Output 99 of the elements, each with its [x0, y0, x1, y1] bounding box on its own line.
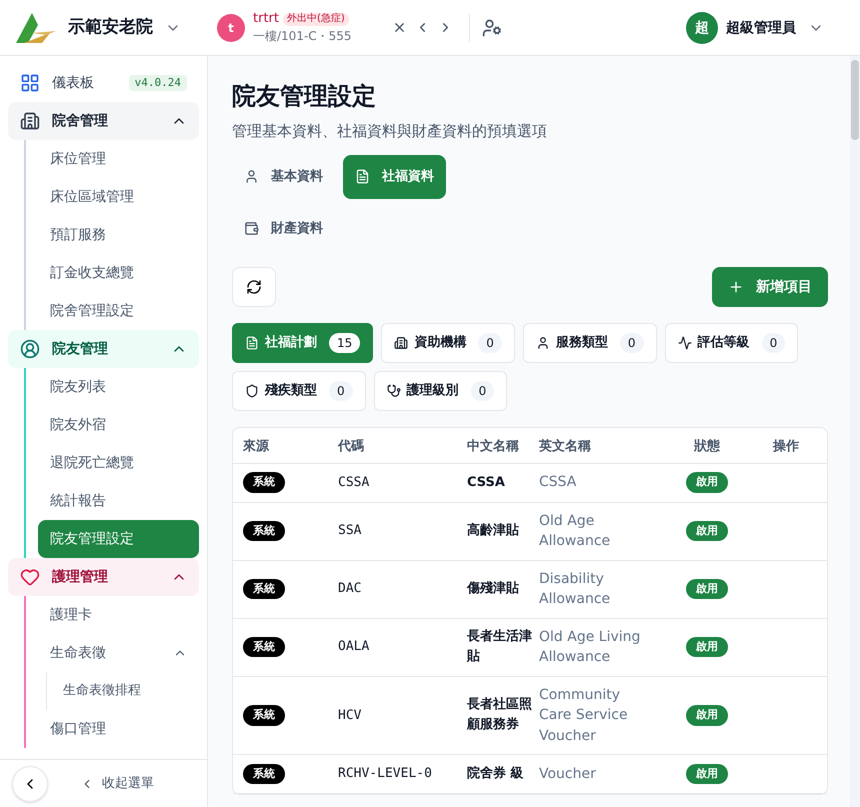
source-badge: 系統	[243, 705, 285, 726]
count-badge: 0	[478, 332, 502, 352]
sidebar-group[interactable]: 護理管理	[8, 558, 199, 596]
english-name-cell: Voucher	[539, 766, 596, 782]
status-badge: 啟用	[686, 520, 728, 542]
sidebar-item[interactable]: 生命表徵排程	[47, 672, 199, 710]
page-title: 院友管理設定	[232, 81, 377, 112]
code-cell: OALA	[338, 639, 370, 654]
user-settings-icon[interactable]	[482, 18, 502, 38]
tab[interactable]: 社福資料	[343, 154, 446, 198]
scrollbar[interactable]	[850, 56, 860, 807]
column-header: 中文名稱	[467, 439, 519, 454]
collapse-menu-button[interactable]: 收起選單	[80, 774, 154, 794]
stethoscope-icon	[386, 384, 401, 398]
sidebar-item[interactable]: 退院死亡總覽	[38, 444, 199, 482]
sidebar-item[interactable]: 院友管理設定	[38, 520, 199, 558]
english-name-cell: CSSA	[539, 474, 576, 490]
column-header: 操作	[773, 439, 799, 454]
code-cell: CSSA	[338, 474, 370, 490]
plus-icon	[728, 278, 744, 294]
category-chip[interactable]: 社福計劃 15	[232, 322, 374, 362]
refresh-button[interactable]	[232, 266, 276, 306]
column-header: 狀態	[694, 439, 720, 454]
count-badge: 0	[470, 380, 494, 400]
sidebar-item[interactable]: 院舍管理設定	[38, 292, 199, 330]
count-badge: 0	[762, 332, 786, 352]
org-name: 示範安老院	[68, 16, 153, 39]
chinese-name-cell: 高齡津貼	[467, 523, 519, 538]
wallet-icon	[244, 221, 259, 236]
category-chip[interactable]: 資助機構 0	[381, 322, 515, 362]
refresh-icon	[246, 278, 262, 294]
english-name-cell: Disability Allowance	[539, 570, 610, 607]
version-badge: v4.0.24	[128, 75, 187, 91]
chinese-name-cell: 傷殘津貼	[467, 581, 519, 596]
sidebar-item[interactable]: 院友列表	[38, 368, 199, 406]
sidebar-group[interactable]: 院友管理	[8, 330, 199, 368]
code-cell: RCHV-LEVEL-0	[338, 766, 432, 782]
building-icon	[20, 111, 40, 131]
category-chip[interactable]: 服務類型 0	[522, 322, 657, 362]
sidebar-item[interactable]: 床位區域管理	[38, 178, 199, 216]
sidebar-item[interactable]: 傷口管理	[38, 710, 199, 748]
sidebar-group[interactable]: 院舍管理	[8, 102, 199, 140]
source-badge: 系統	[243, 472, 285, 493]
english-name-cell: Old Age Living Allowance	[539, 628, 640, 665]
category-chip[interactable]: 殘疾類型 0	[232, 370, 366, 410]
user-circle-icon	[20, 339, 40, 359]
heart-icon	[20, 567, 40, 587]
chinese-name-cell: 長者社區照顧服務券	[467, 697, 532, 732]
status-badge: 啟用	[686, 578, 728, 600]
source-badge: 系統	[243, 636, 285, 658]
sidebar-item[interactable]: 儀表板 v4.0.24	[8, 64, 199, 102]
category-chip[interactable]: 評估等級 0	[664, 322, 798, 362]
code-cell: HCV	[338, 708, 362, 722]
count-badge: 0	[620, 332, 644, 352]
source-badge: 系統	[243, 578, 285, 600]
pulse-icon	[678, 336, 692, 350]
user-icon	[244, 169, 259, 184]
english-name-cell: Community Care Service Voucher	[539, 686, 628, 744]
shield-icon	[245, 384, 259, 398]
tab[interactable]: 財產資料	[232, 206, 335, 250]
dashboard-grid-icon	[20, 73, 40, 93]
sidebar-item[interactable]: 院友外宿	[38, 406, 199, 444]
status-badge: 外出中(急症)	[282, 13, 349, 26]
status-badge: 啟用	[686, 636, 728, 658]
chinese-name-cell: 院舍券 級	[467, 766, 524, 781]
tab[interactable]: 基本資料	[232, 154, 335, 198]
column-header: 來源	[243, 439, 269, 454]
chinese-name-cell: 長者生活津貼	[467, 629, 532, 664]
sidebar-item[interactable]: 護理卡	[38, 596, 199, 634]
column-header: 英文名稱	[539, 439, 591, 454]
status-badge: 啟用	[686, 472, 728, 493]
add-item-button[interactable]: 新增項目	[712, 266, 828, 306]
sidebar-item[interactable]: 預訂服務	[38, 216, 199, 254]
sidebar-item[interactable]: 床位管理	[38, 140, 199, 178]
count-badge: 0	[329, 380, 353, 400]
resident-avatar: t	[217, 14, 245, 42]
sidebar-item[interactable]: 生命表徵	[38, 634, 199, 672]
document-icon	[245, 336, 259, 350]
user-avatar: 超	[686, 12, 718, 44]
column-header: 代碼	[338, 439, 364, 454]
source-badge: 系統	[243, 520, 285, 542]
page-subtitle: 管理基本資料、社福資料與財產資料的預填選項	[232, 121, 548, 142]
code-cell: DAC	[338, 581, 362, 596]
chinese-name-cell: CSSA	[467, 474, 505, 490]
user-name[interactable]: 超級管理員	[726, 18, 796, 38]
category-chip[interactable]: 護理級別 0	[374, 370, 508, 410]
user-icon	[536, 336, 550, 350]
resident-name: trtrt	[253, 11, 279, 28]
sidebar-item[interactable]: 統計報告	[38, 482, 199, 520]
english-name-cell: Old Age Allowance	[539, 512, 610, 549]
building-icon	[394, 336, 408, 350]
sidebar-item[interactable]: 訂金收支總覽	[38, 254, 199, 292]
source-badge: 系統	[243, 764, 285, 784]
status-badge: 啟用	[686, 705, 728, 726]
resident-location: 一樓/101-C・555	[253, 28, 352, 44]
document-icon	[355, 169, 370, 184]
code-cell: SSA	[338, 523, 362, 538]
count-badge: 15	[329, 332, 360, 352]
status-badge: 啟用	[686, 764, 728, 784]
